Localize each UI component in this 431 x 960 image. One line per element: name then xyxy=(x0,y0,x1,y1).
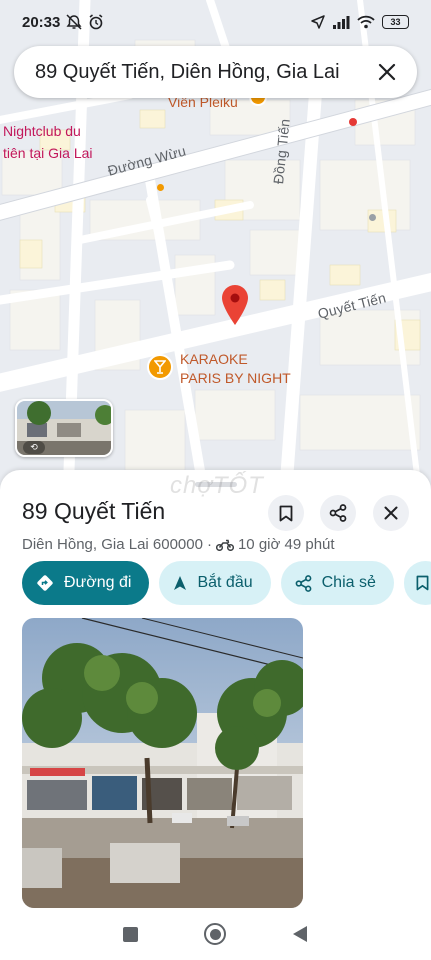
place-address: Diên Hồng, Gia Lai 600000 xyxy=(22,536,203,553)
save-button[interactable] xyxy=(268,495,304,531)
close-icon xyxy=(384,506,398,520)
place-sheet[interactable]: chợTỐT 89 Quyết Tiến Diên Hồng, Gia Lai … xyxy=(0,470,431,960)
start-label: Bắt đầu xyxy=(197,574,253,591)
system-nav-bar xyxy=(0,908,431,960)
watermark: chợTỐT xyxy=(170,472,264,499)
share-icon xyxy=(295,574,311,592)
back-triangle-icon[interactable] xyxy=(292,925,308,943)
battery-level: 33 xyxy=(390,17,401,27)
location-pin-icon xyxy=(222,285,248,325)
action-chips: Đường đi Bắt đầu Chia sẻ xyxy=(22,561,431,605)
share-label: Chia sẻ xyxy=(321,574,376,591)
place-subtitle: Diên Hồng, Gia Lai 600000 · 10 giờ 49 ph… xyxy=(22,536,335,553)
grey-dot-icon xyxy=(369,214,376,221)
search-box[interactable]: 89 Quyết Tiến, Diên Hồng, Gia Lai xyxy=(14,46,417,98)
place-photo[interactable] xyxy=(22,618,303,908)
close-icon xyxy=(378,63,396,81)
poi-dot-icon xyxy=(157,184,164,191)
save-chip-button[interactable] xyxy=(403,561,431,605)
home-dot xyxy=(209,928,221,940)
alarm-off-icon xyxy=(66,14,82,30)
street-view-thumbnail[interactable]: ⟲ xyxy=(15,399,113,457)
navigation-arrow-icon xyxy=(174,576,187,590)
street-photo-image xyxy=(22,618,303,908)
directions-icon xyxy=(37,575,53,591)
battery-icon: 33 xyxy=(382,15,409,29)
share-button[interactable]: Chia sẻ xyxy=(280,561,394,605)
bookmark-icon xyxy=(279,505,293,521)
search-query[interactable]: 89 Quyết Tiến, Diên Hồng, Gia Lai xyxy=(35,61,375,84)
status-bar: 20:33 33 xyxy=(0,0,431,44)
nightclub-line-2: tiên tại Gia Lai xyxy=(3,145,93,161)
map-label-karaoke[interactable]: KARAOKE PARIS BY NIGHT xyxy=(180,350,291,388)
karaoke-poi-icon[interactable] xyxy=(147,354,173,380)
start-button[interactable]: Bắt đầu xyxy=(159,561,271,605)
karaoke-line-2: PARIS BY NIGHT xyxy=(180,370,291,386)
directions-label: Đường đi xyxy=(64,574,132,591)
motorbike-icon xyxy=(215,539,234,551)
street-view-rotate-icon: ⟲ xyxy=(23,441,45,454)
karaoke-line-1: KARAOKE xyxy=(180,351,248,367)
bookmark-icon xyxy=(416,575,429,591)
map-label-nightclub[interactable]: Nightclub du tiên tại Gia Lai xyxy=(3,120,93,164)
close-sheet-button[interactable] xyxy=(373,495,409,531)
nightclub-line-1: Nightclub du xyxy=(3,123,81,139)
red-dot-icon xyxy=(349,118,357,126)
share-icon-button[interactable] xyxy=(320,495,356,531)
home-circle-icon[interactable] xyxy=(204,923,226,945)
signal-icon xyxy=(333,16,350,29)
clear-search-button[interactable] xyxy=(375,60,399,84)
map-view[interactable]: Viên Pleiku Nightclub du tiên tại Gia La… xyxy=(0,0,431,500)
location-arrow-icon xyxy=(311,15,325,29)
travel-time: 10 giờ 49 phút xyxy=(237,536,335,553)
wifi-icon xyxy=(357,15,375,29)
alarm-clock-icon xyxy=(89,14,103,30)
status-time: 20:33 xyxy=(22,13,61,31)
share-icon xyxy=(329,504,347,522)
recents-square-icon[interactable] xyxy=(123,926,138,942)
separator: · xyxy=(206,536,212,553)
directions-button[interactable]: Đường đi xyxy=(22,561,150,605)
place-title: 89 Quyết Tiến xyxy=(22,498,166,524)
